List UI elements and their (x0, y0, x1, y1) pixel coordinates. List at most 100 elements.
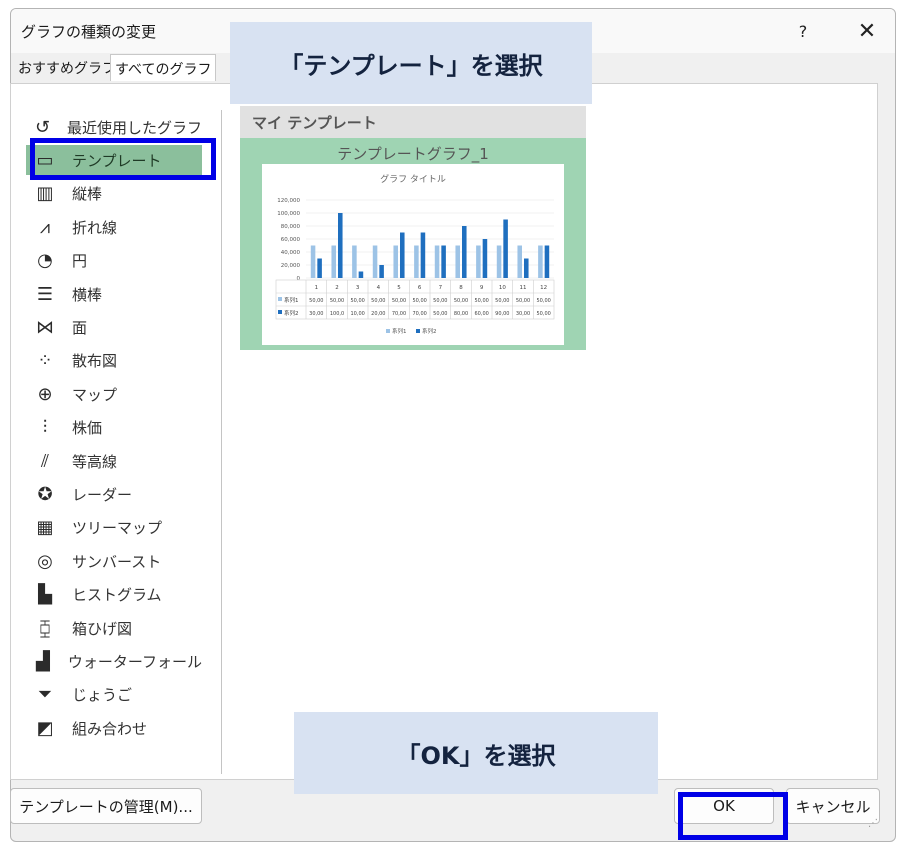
legend-entry: 系列1 (392, 327, 407, 335)
chart-type-list: ↺ 最近使用したグラフ ▭ テンプレート ▥ 縦棒 ⩘ 折れ線 ◔ 円 ☰ 横棒 ⋈ 面 ⁘ 散布図 ⊕ マップ ⫶… (24, 96, 204, 764)
bar (358, 271, 364, 278)
chart-type-item[interactable]: ◔ 円 (26, 246, 202, 276)
data-label: 60,00 (475, 311, 489, 317)
surface-chart-icon: ⫽ (40, 450, 50, 472)
data-label: 50,00 (413, 298, 427, 304)
bar-chart-icon: ☰ (36, 283, 54, 305)
bar (393, 245, 398, 278)
chart-type-item[interactable]: ⫶ 株価 (26, 413, 202, 443)
x-tick-label: 3 (356, 285, 360, 291)
callout-select-ok: 「OK」を選択 (294, 712, 658, 794)
tab-recommended-charts[interactable]: おすすめグラフ (14, 54, 120, 81)
chart-type-label: レーダー (72, 485, 133, 504)
template-name: テンプレートグラフ_1 (337, 145, 489, 163)
column-chart-icon: ▥ (36, 183, 54, 205)
x-tick-label: 2 (335, 285, 339, 291)
bar (379, 265, 384, 278)
chart-type-label: 組み合わせ (72, 719, 148, 738)
bar (476, 245, 481, 278)
bar (482, 239, 488, 278)
chart-type-label: 縦棒 (72, 185, 103, 204)
bar (462, 226, 467, 278)
chart-type-item[interactable]: ▟ ウォーターフォール (26, 646, 202, 676)
chart-type-item[interactable]: ⁘ 散布図 (26, 346, 202, 376)
treemap-chart-icon: ▦ (36, 517, 54, 539)
chart-title: グラフ タイトル (380, 173, 446, 185)
x-tick-label: 12 (540, 285, 547, 291)
data-label: 20,00 (371, 311, 385, 317)
y-tick-label: 100,000 (277, 211, 300, 217)
funnel-chart-icon: ⏷ (37, 684, 53, 706)
data-label: 10,00 (351, 311, 365, 317)
stock-chart-icon: ⫶ (42, 417, 48, 439)
x-tick-label: 11 (520, 285, 527, 291)
chart-type-label: 横棒 (72, 285, 103, 304)
chart-type-item[interactable]: ⋈ 面 (26, 312, 202, 342)
chart-type-label: ヒストグラム (72, 586, 162, 605)
chart-type-item[interactable]: ⫽ 等高線 (26, 446, 202, 476)
x-tick-label: 9 (480, 285, 484, 291)
data-label: 50,00 (495, 298, 509, 304)
help-icon: ? (798, 21, 808, 41)
chart-type-label: ウォーターフォール (67, 652, 202, 671)
y-tick-label: 20,000 (281, 263, 301, 269)
chart-type-item[interactable]: ⧮ 箱ひげ図 (26, 613, 202, 643)
waterfall-chart-icon: ▟ (36, 650, 50, 672)
ok-highlight-box (678, 792, 788, 840)
x-tick-label: 10 (499, 285, 506, 291)
chart-type-item[interactable]: ◩ 組み合わせ (26, 713, 202, 743)
close-button[interactable]: ✕ (845, 15, 889, 47)
bar (414, 245, 419, 278)
chart-type-item[interactable]: ☰ 横棒 (26, 279, 202, 309)
bar (338, 213, 343, 278)
recent-icon: ↺ (34, 116, 51, 138)
callout-select-template: 「テンプレート」を選択 (230, 22, 592, 104)
thumbnail-chart: グラフ タイトル 0 20,000 40,000 60,000 80,000 100,000… (275, 173, 555, 335)
data-label: 100,0 (330, 311, 344, 317)
data-label: 50,00 (454, 298, 468, 304)
chart-type-item[interactable]: ▙ ヒストグラム (26, 580, 202, 610)
series-label: 系列1 (284, 296, 299, 304)
chart-type-item[interactable]: ⩘ 折れ線 (26, 212, 202, 242)
legend-swatch (416, 329, 420, 333)
template-highlight-box (30, 138, 216, 180)
legend-entry: 系列2 (422, 327, 437, 335)
chart-type-label: 散布図 (72, 352, 118, 371)
chart-type-item[interactable]: ▦ ツリーマップ (26, 513, 202, 543)
x-tick-label: 7 (439, 285, 443, 291)
data-label: 50,00 (392, 298, 406, 304)
chart-type-item[interactable]: ⊕ マップ (26, 379, 202, 409)
chart-type-item[interactable]: ✪ レーダー (26, 479, 202, 509)
divider (221, 110, 222, 774)
data-label: 50,00 (371, 298, 385, 304)
help-button[interactable]: ? (781, 15, 825, 47)
chart-type-label: 面 (72, 318, 88, 337)
data-label: 50,00 (516, 298, 530, 304)
bar (503, 219, 508, 278)
data-label: 50,00 (433, 311, 447, 317)
manage-templates-button[interactable]: テンプレートの管理(M)... (10, 788, 202, 824)
legend-swatch (386, 329, 390, 333)
tab-all-charts[interactable]: すべてのグラフ (110, 54, 217, 81)
bar (372, 245, 378, 278)
data-label: 30,00 (516, 311, 530, 317)
chart-type-item[interactable]: ▥ 縦棒 (26, 179, 202, 209)
cancel-button[interactable]: キャンセル (786, 788, 880, 824)
chart-type-label: じょうご (72, 686, 133, 705)
bar (352, 245, 357, 278)
bar (400, 232, 405, 278)
sunburst-chart-icon: ◎ (37, 550, 53, 572)
template-tile[interactable]: テンプレートグラフ_1 グラフ タイトル 0 20,000 40,000 60,000 8… (240, 138, 586, 350)
chart-type-item[interactable]: ⏷ じょうご (26, 680, 202, 710)
resize-grip-icon[interactable]: ⋰ (868, 818, 882, 832)
bar (434, 245, 440, 278)
close-icon: ✕ (857, 18, 877, 44)
chart-type-label: 折れ線 (72, 218, 118, 237)
chart-type-item[interactable]: ◎ サンバースト (26, 546, 202, 576)
legend-swatch (278, 297, 282, 301)
area-chart-icon: ⋈ (36, 316, 54, 338)
bar (517, 245, 522, 278)
chart-type-label: ツリーマップ (72, 519, 163, 538)
y-tick-label: 40,000 (281, 250, 301, 256)
data-label: 50,00 (433, 298, 447, 304)
